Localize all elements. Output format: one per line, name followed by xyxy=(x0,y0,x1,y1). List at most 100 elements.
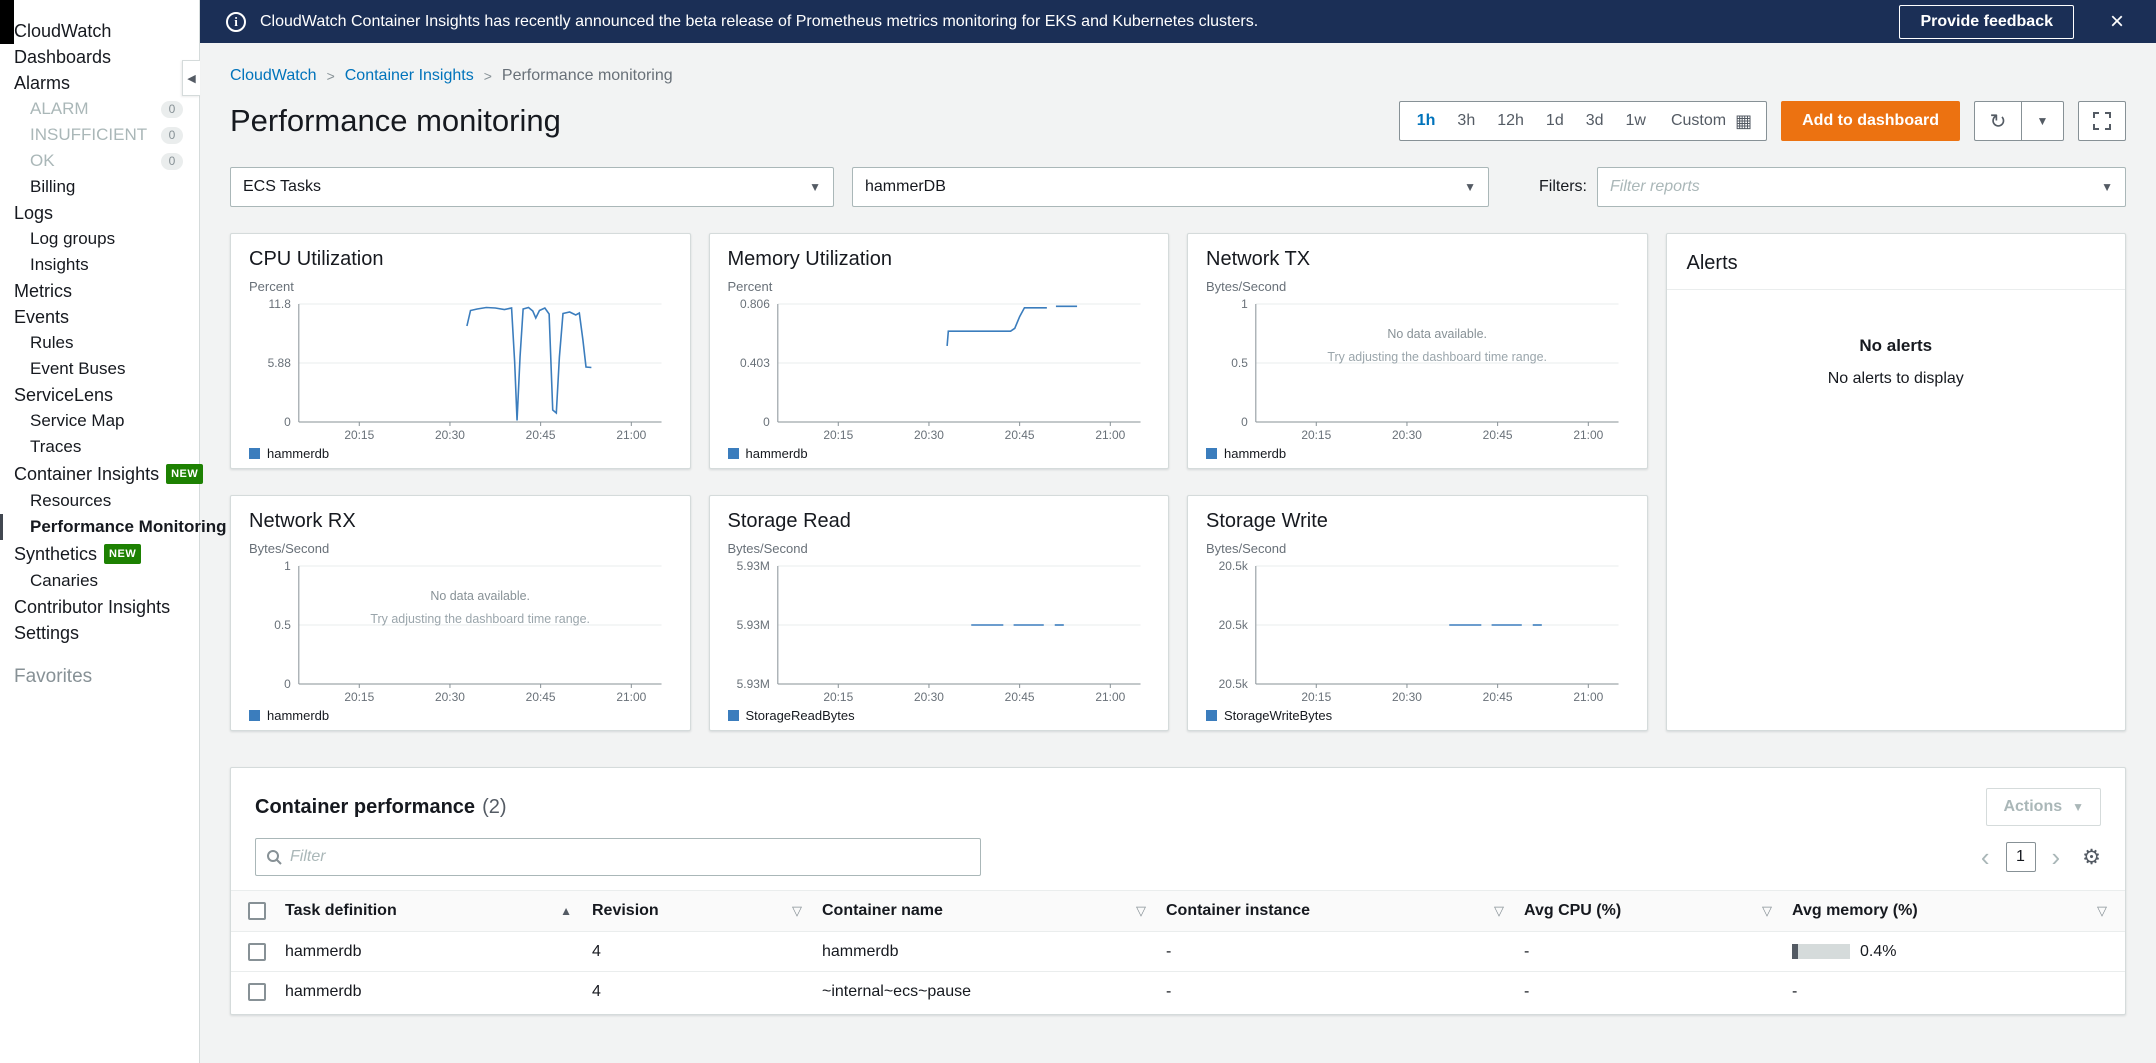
time-range-1w[interactable]: 1w xyxy=(1615,112,1657,130)
time-range-1d[interactable]: 1d xyxy=(1535,112,1575,130)
sidebar-item-label: Events xyxy=(14,308,69,326)
sidebar-item-alarms[interactable]: Alarms xyxy=(0,70,199,96)
banner-text: CloudWatch Container Insights has recent… xyxy=(260,13,1885,31)
sidebar-item-container-insights[interactable]: Container InsightsNEW xyxy=(0,460,199,488)
column-header-container-name[interactable]: Container name▽ xyxy=(820,891,1164,931)
breadcrumb-container-insights[interactable]: Container Insights xyxy=(345,67,474,85)
filter-icon[interactable]: ▽ xyxy=(2097,903,2107,919)
sidebar-item-settings[interactable]: Settings xyxy=(0,620,199,646)
row-checkbox[interactable] xyxy=(248,983,266,1001)
sidebar-item-insights[interactable]: Insights xyxy=(0,252,199,278)
refresh-options-button[interactable]: ▼ xyxy=(2022,101,2064,141)
sidebar-item-rules[interactable]: Rules xyxy=(0,330,199,356)
time-range-custom[interactable]: Custom ▦ xyxy=(1657,111,1760,132)
sidebar-item-synthetics[interactable]: SyntheticsNEW xyxy=(0,540,199,568)
chart-legend[interactable]: StorageReadBytes xyxy=(728,708,1151,723)
time-range-3d[interactable]: 3d xyxy=(1575,112,1615,130)
new-badge: NEW xyxy=(104,544,141,564)
table-filter-input[interactable] xyxy=(290,848,970,866)
actions-button[interactable]: Actions ▼ xyxy=(1986,788,2101,826)
filter-reports-combo: ▼ xyxy=(1597,167,2126,207)
sidebar-item-cloudwatch[interactable]: CloudWatch xyxy=(0,18,199,44)
chart-legend[interactable]: hammerdb xyxy=(249,446,672,461)
sidebar-item-log-groups[interactable]: Log groups xyxy=(0,226,199,252)
sidebar-item-ok[interactable]: OK0 xyxy=(0,148,199,174)
table-row[interactable]: hammerdb4hammerdb--0.4% xyxy=(231,932,2125,972)
filter-icon[interactable]: ▽ xyxy=(1762,903,1772,919)
sidebar-item-contributor-insights[interactable]: Contributor Insights xyxy=(0,594,199,620)
chart-legend[interactable]: hammerdb xyxy=(728,446,1151,461)
svg-text:0: 0 xyxy=(284,415,291,429)
svg-text:20:45: 20:45 xyxy=(1004,690,1034,704)
chevron-down-icon: ▼ xyxy=(809,180,821,194)
time-range-1h[interactable]: 1h xyxy=(1406,112,1447,130)
sidebar-item-events[interactable]: Events xyxy=(0,304,199,330)
pagination: ‹ 1 › ⚙ xyxy=(1981,842,2101,872)
chart-legend[interactable]: hammerdb xyxy=(249,708,672,723)
charts-grid: Alerts No alerts No alerts to display CP… xyxy=(230,233,2126,731)
provide-feedback-button[interactable]: Provide feedback xyxy=(1899,5,2074,39)
previous-page-icon[interactable]: ‹ xyxy=(1981,844,1990,870)
select-all-checkbox[interactable] xyxy=(248,902,266,920)
filter-icon[interactable]: ▽ xyxy=(1136,903,1146,919)
breadcrumb-cloudwatch[interactable]: CloudWatch xyxy=(230,67,317,85)
sidebar-item-insufficient[interactable]: INSUFFICIENT0 xyxy=(0,122,199,148)
time-range-12h[interactable]: 12h xyxy=(1486,112,1535,130)
sidebar-collapse-button[interactable]: ◀ xyxy=(182,60,200,96)
table-top-row: Container performance (2) Actions ▼ xyxy=(231,768,2125,826)
time-range-3h[interactable]: 3h xyxy=(1446,112,1486,130)
sidebar-item-performance-monitoring[interactable]: Performance Monitoring xyxy=(0,514,199,540)
sidebar-item-metrics[interactable]: Metrics xyxy=(0,278,199,304)
svg-text:21:00: 21:00 xyxy=(616,428,646,442)
page-number[interactable]: 1 xyxy=(2006,842,2036,872)
avg-cpu-cell: - xyxy=(1522,943,1790,961)
column-header-task-definition[interactable]: Task definition▲ xyxy=(283,891,590,931)
sidebar-item-dashboards[interactable]: Dashboards xyxy=(0,44,199,70)
sidebar-item-resources[interactable]: Resources xyxy=(0,488,199,514)
chart-plot[interactable]: 20.5k20.5k20.5k20:1520:3020:4521:00 xyxy=(1206,558,1629,708)
table-row[interactable]: hammerdb4~internal~ecs~pause--- xyxy=(231,972,2125,1012)
sidebar-item-billing[interactable]: Billing xyxy=(0,174,199,200)
resource-type-select[interactable]: ECS Tasks ▼ xyxy=(230,167,834,207)
chart-unit-label: Percent xyxy=(249,279,672,294)
sidebar-item-label: Insights xyxy=(30,256,89,274)
sidebar-item-servicelens[interactable]: ServiceLens xyxy=(0,382,199,408)
column-header-avg-memory[interactable]: Avg memory (%)▽ xyxy=(1790,891,2125,931)
filter-icon[interactable]: ▽ xyxy=(1494,903,1504,919)
filter-reports-input[interactable] xyxy=(1598,178,2125,196)
sidebar: CloudWatchDashboardsAlarmsALARM0INSUFFIC… xyxy=(0,0,200,1063)
chart-plot[interactable]: 11.85.88020:1520:3020:4521:00 xyxy=(249,296,672,446)
column-header-revision[interactable]: Revision▽ xyxy=(590,891,820,931)
table-settings-gear-icon[interactable]: ⚙ xyxy=(2082,845,2101,870)
chart-plot[interactable]: 0.8060.403020:1520:3020:4521:00 xyxy=(728,296,1151,446)
sidebar-item-label: Favorites xyxy=(14,668,92,686)
column-header-container-instance[interactable]: Container instance▽ xyxy=(1164,891,1522,931)
sidebar-item-canaries[interactable]: Canaries xyxy=(0,568,199,594)
legend-label: StorageWriteBytes xyxy=(1224,708,1332,723)
sidebar-item-service-map[interactable]: Service Map xyxy=(0,408,199,434)
sidebar-item-traces[interactable]: Traces xyxy=(0,434,199,460)
next-page-icon[interactable]: › xyxy=(2052,844,2061,870)
chart-plot[interactable]: 10.5020:1520:3020:4521:00No data availab… xyxy=(1206,296,1629,446)
sidebar-item-label: INSUFFICIENT xyxy=(30,126,147,144)
chart-legend[interactable]: hammerdb xyxy=(1206,446,1629,461)
column-header-avg-cpu[interactable]: Avg CPU (%) ▽ xyxy=(1522,891,1790,931)
fullscreen-button[interactable] xyxy=(2078,101,2126,141)
add-to-dashboard-button[interactable]: Add to dashboard xyxy=(1781,101,1960,141)
sort-ascending-icon[interactable]: ▲ xyxy=(560,904,572,918)
banner-close-icon[interactable]: × xyxy=(2104,10,2130,34)
table-count: (2) xyxy=(482,796,506,819)
sidebar-item-alarm[interactable]: ALARM0 xyxy=(0,96,199,122)
chart-plot[interactable]: 10.5020:1520:3020:4521:00No data availab… xyxy=(249,558,672,708)
column-header-label: Avg CPU (%) xyxy=(1524,902,1621,920)
filter-icon[interactable]: ▽ xyxy=(792,903,802,919)
svg-text:No data available.: No data available. xyxy=(430,589,530,603)
chart-plot[interactable]: 5.93M5.93M5.93M20:1520:3020:4521:00 xyxy=(728,558,1151,708)
svg-text:5.88: 5.88 xyxy=(268,356,292,370)
resource-group-select[interactable]: hammerDB ▼ xyxy=(852,167,1489,207)
sidebar-item-event-buses[interactable]: Event Buses xyxy=(0,356,199,382)
row-checkbox[interactable] xyxy=(248,943,266,961)
chart-legend[interactable]: StorageWriteBytes xyxy=(1206,708,1629,723)
refresh-button[interactable]: ↻ xyxy=(1974,101,2022,141)
sidebar-item-logs[interactable]: Logs xyxy=(0,200,199,226)
